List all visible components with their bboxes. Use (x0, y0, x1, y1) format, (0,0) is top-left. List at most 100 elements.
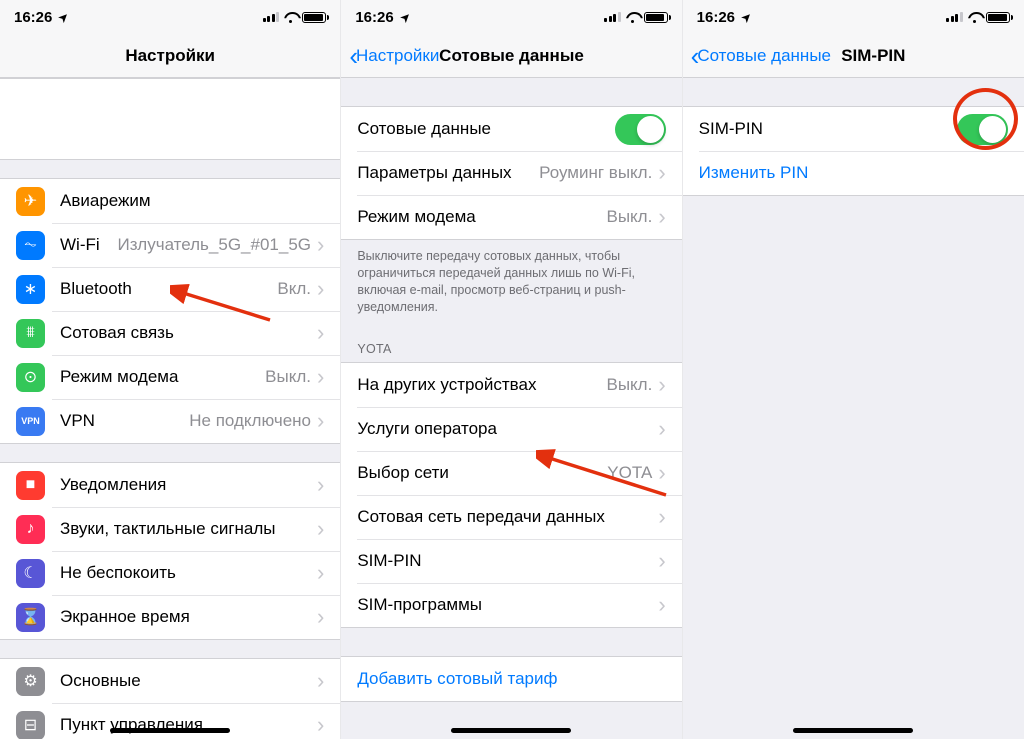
chevron-right-icon: › (317, 714, 324, 736)
row-detail: Не подключено (189, 411, 311, 431)
back-button[interactable]: ‹Сотовые данные (691, 43, 831, 69)
vpn-icon: VPN (16, 407, 45, 436)
chevron-right-icon: › (317, 606, 324, 628)
home-indicator[interactable] (451, 728, 571, 733)
row-label: На других устройствах (357, 375, 606, 395)
status-icons (946, 12, 1010, 23)
chevron-right-icon: › (317, 670, 324, 692)
row-cellular[interactable]: ⩩Сотовая связь› (0, 311, 340, 355)
row-label: Изменить PIN (699, 163, 1008, 183)
sim-pin-toggle-toggle[interactable] (957, 114, 1008, 145)
status-icons (604, 12, 668, 23)
account-block[interactable] (0, 78, 340, 160)
wifi-icon (625, 12, 640, 23)
status-time: 16:26 (697, 9, 735, 26)
chevron-right-icon: › (317, 562, 324, 584)
home-indicator[interactable] (793, 728, 913, 733)
row-label: Выбор сети (357, 463, 607, 483)
controlcenter-icon: ⊟ (16, 711, 45, 739)
status-bar: 16:26 (0, 0, 340, 34)
row-label: SIM-PIN (699, 119, 957, 139)
row-label: SIM-программы (357, 595, 658, 615)
page-title: Настройки (125, 46, 215, 66)
row-label: Сотовая сеть передачи данных (357, 507, 658, 527)
chevron-right-icon: › (317, 474, 324, 496)
chevron-right-icon: › (658, 374, 665, 396)
wifi-icon (283, 12, 298, 23)
sim-pin-pane: 16:26 ‹Сотовые данные SIM-PIN SIM-PIN Изм… (683, 0, 1024, 739)
row-hotspot[interactable]: ⊙Режим модемаВыкл.› (0, 355, 340, 399)
row-label: Уведомления (60, 475, 317, 495)
row-detail: YOTA (607, 463, 652, 483)
chevron-right-icon: › (317, 518, 324, 540)
row-label: Не беспокоить (60, 563, 317, 583)
row-label: Экранное время (60, 607, 317, 627)
row-label: Bluetooth (60, 279, 277, 299)
settings-pane: 16:26 Настройки ✈Авиарежим⏦Wi-FiИзлучате… (0, 0, 341, 739)
status-icons (263, 12, 327, 23)
row-sim-pin-toggle: SIM-PIN (683, 107, 1024, 151)
chevron-right-icon: › (317, 410, 324, 432)
section-header-usage: СОТОВЫЕ ДАННЫЕ (341, 702, 681, 739)
row-label: VPN (60, 411, 189, 431)
home-indicator[interactable] (110, 728, 230, 733)
general-icon: ⚙ (16, 667, 45, 696)
row-change-pin[interactable]: Изменить PIN (683, 151, 1024, 195)
back-button[interactable]: ‹Настройки (349, 43, 439, 69)
hotspot-icon: ⊙ (16, 363, 45, 392)
row-sounds[interactable]: ♪Звуки, тактильные сигналы› (0, 507, 340, 551)
row-sim-apps[interactable]: SIM-программы› (341, 583, 681, 627)
sounds-icon: ♪ (16, 515, 45, 544)
page-title: Сотовые данные (439, 46, 584, 66)
row-detail: Выкл. (606, 375, 652, 395)
row-detail: Выкл. (606, 207, 652, 227)
back-label: Сотовые данные (697, 46, 831, 66)
signal-icon (946, 12, 963, 22)
row-detail: Вкл. (277, 279, 311, 299)
battery-icon (986, 12, 1010, 23)
chevron-right-icon: › (658, 162, 665, 184)
chevron-right-icon: › (317, 278, 324, 300)
row-general[interactable]: ⚙Основные› (0, 659, 340, 703)
row-airplane[interactable]: ✈Авиарежим (0, 179, 340, 223)
location-icon (739, 9, 751, 26)
row-other-devices[interactable]: На других устройствахВыкл. › (341, 363, 681, 407)
row-add-plan[interactable]: Добавить сотовый тариф (341, 657, 681, 701)
row-label: Сотовая связь (60, 323, 317, 343)
row-network-selection[interactable]: Выбор сетиYOTA › (341, 451, 681, 495)
row-sim-pin[interactable]: SIM-PIN› (341, 539, 681, 583)
status-bar: 16:26 (341, 0, 681, 34)
nav-header: ‹Сотовые данные SIM-PIN (683, 34, 1024, 78)
row-dnd[interactable]: ☾Не беспокоить› (0, 551, 340, 595)
location-icon (398, 9, 410, 26)
row-notifications[interactable]: ■Уведомления› (0, 463, 340, 507)
nav-header: ‹Настройки Сотовые данные (341, 34, 681, 78)
bluetooth-icon: ∗ (16, 275, 45, 304)
row-personal-hotspot[interactable]: Режим модемаВыкл.› (341, 195, 681, 239)
airplane-icon: ✈ (16, 187, 45, 216)
page-title: SIM-PIN (841, 46, 905, 66)
status-bar: 16:26 (683, 0, 1024, 34)
status-time: 16:26 (355, 9, 393, 26)
row-carrier-services[interactable]: Услуги оператора› (341, 407, 681, 451)
footer-note: Выключите передачу сотовых данных, чтобы… (341, 240, 681, 324)
row-detail: Выкл. (265, 367, 311, 387)
row-detail: Роуминг выкл. (539, 163, 652, 183)
row-controlcenter[interactable]: ⊟Пункт управления› (0, 703, 340, 739)
wifi-icon (967, 12, 982, 23)
cellular-data-toggle[interactable] (615, 114, 666, 145)
row-bluetooth[interactable]: ∗ BluetoothВкл. › (0, 267, 340, 311)
back-label: Настройки (356, 46, 439, 66)
row-vpn[interactable]: VPNVPNНе подключено› (0, 399, 340, 443)
signal-icon (604, 12, 621, 22)
screentime-icon: ⌛ (16, 603, 45, 632)
row-wifi[interactable]: ⏦Wi-FiИзлучатель_5G_#01_5G› (0, 223, 340, 267)
chevron-right-icon: › (658, 462, 665, 484)
chevron-right-icon: › (658, 418, 665, 440)
row-label: Wi-Fi (60, 235, 117, 255)
row-label: Услуги оператора (357, 419, 658, 439)
row-screentime[interactable]: ⌛ Экранное время› (0, 595, 340, 639)
row-data-options[interactable]: Параметры данныхРоуминг выкл.› (341, 151, 681, 195)
row-cellular-network[interactable]: Сотовая сеть передачи данных› (341, 495, 681, 539)
row-label: Сотовые данные (357, 119, 614, 139)
